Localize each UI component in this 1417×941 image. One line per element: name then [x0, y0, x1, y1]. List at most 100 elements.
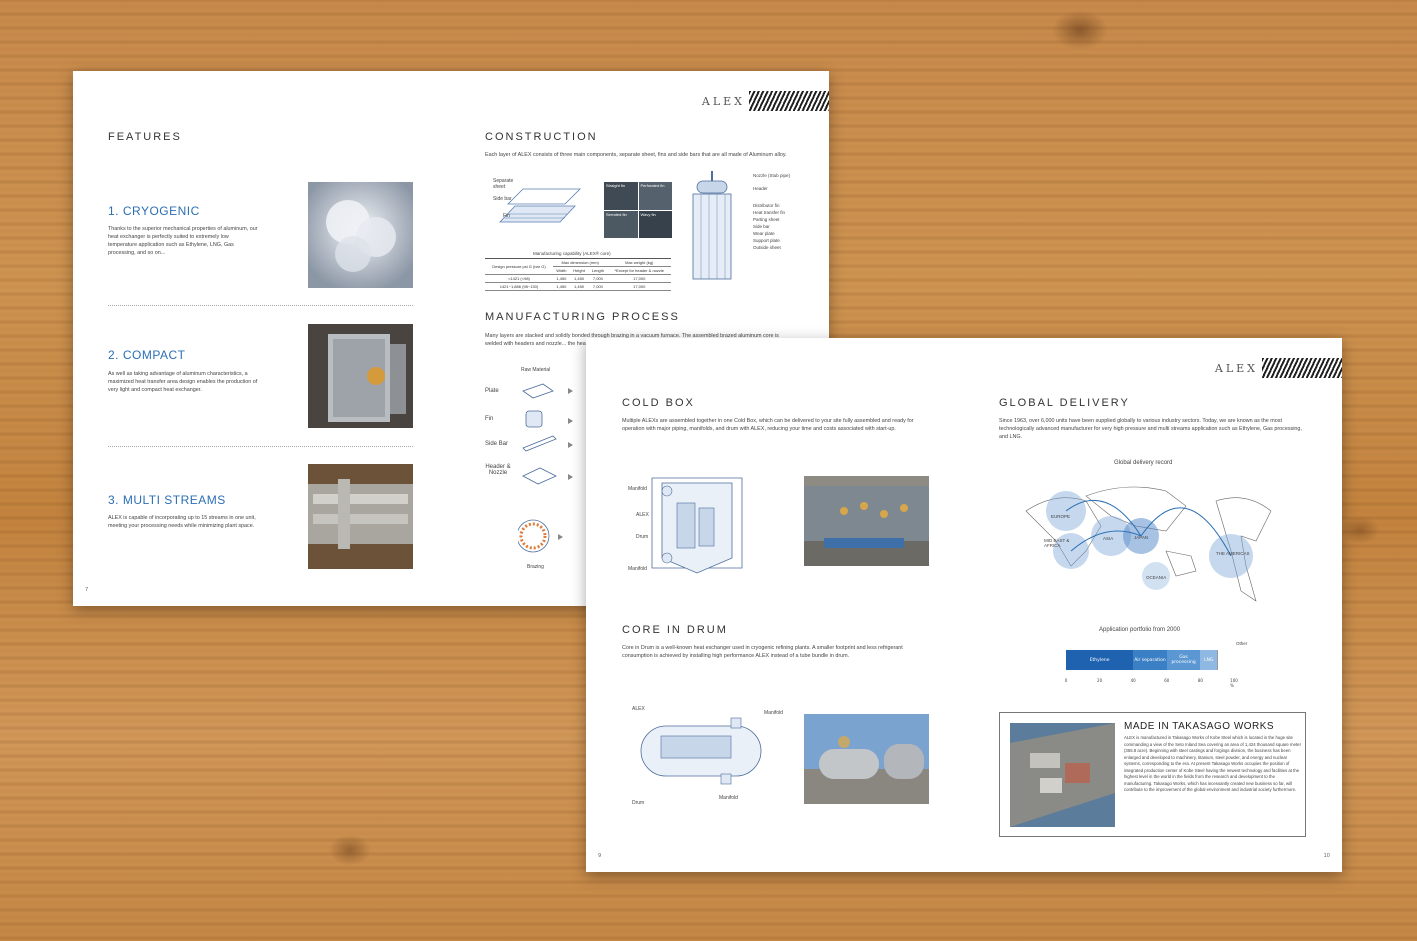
label-manifold: Manifold [764, 710, 783, 716]
process-fin: Fin [485, 416, 494, 422]
table-subheader: *Except for header & nozzle [607, 266, 671, 275]
assembly-label: Support plate [753, 238, 780, 243]
divider [108, 446, 413, 447]
portfolio-axis: 0 20 40 60 80 100 % [1064, 678, 1238, 688]
assembly-label: Heat transfer fin [753, 210, 786, 215]
process-plate: Plate [485, 388, 499, 394]
assembly-diagram [692, 171, 732, 280]
header-logo: ALEX [1215, 358, 1342, 378]
feature-3-title: 3. MULTI STREAMS [108, 493, 226, 507]
label-drum: Drum [636, 534, 649, 540]
assembly-label: Distributor fin [753, 203, 780, 208]
label-manifold: Manifold [628, 486, 647, 492]
cold-box-title: Cold box [622, 397, 695, 409]
page-number: 7 [85, 587, 89, 593]
axis-tick-label: 20 [1097, 678, 1103, 683]
assembly-label: Header [753, 186, 768, 191]
feature-1-title: 1. CRYOGENIC [108, 204, 200, 218]
page-number-right: 10 [1323, 853, 1330, 859]
portfolio-segment: Gas processing [1166, 650, 1201, 670]
label-alex: ALEX [632, 706, 645, 712]
axis-tick-label: 60 [1164, 678, 1170, 683]
portfolio-bar: Ethylene Air separation Gas processing LNG [1066, 650, 1234, 670]
alex-logo: ALEX [1214, 361, 1258, 375]
core-in-drum-diagram [640, 717, 762, 785]
cold-box-photo [804, 476, 929, 566]
portfolio-other-label: Other [1236, 641, 1248, 646]
takasago-title: MADE IN TAKASAGO WORKS [1124, 721, 1275, 732]
table-subheader: Height [569, 266, 589, 275]
table-row: <1421 (<98) 1,450 1,450 7,000 17,000 [485, 274, 671, 283]
table-header: Design pressure psi G (bar G) [485, 258, 553, 275]
fin-types-grid: Straight fin Perforated fin Serrated fin… [604, 182, 672, 238]
construction-title: Construction [485, 131, 598, 143]
label-manifold: Manifold [628, 566, 647, 572]
manufacturing-title: Manufacturing process [485, 311, 680, 323]
region-americas: THE AMERICAS [1216, 551, 1250, 556]
axis-tick-label: 100 % [1230, 678, 1238, 688]
axis-tick-label: 80 [1197, 678, 1203, 683]
table-cell: 17,000 [607, 274, 671, 283]
compact-photo [308, 324, 413, 428]
portfolio-title: Application portfolio from 2000 [1099, 627, 1181, 633]
assembly-labels: Nozzle (Stub pipe) Header Distributor fi… [753, 173, 790, 250]
page-number-left: 9 [598, 853, 602, 859]
region-oceania: OCEANIA [1146, 575, 1167, 580]
takasago-box: MADE IN TAKASAGO WORKS ALEX is manufactu… [999, 712, 1306, 837]
table-subheader: Width [552, 266, 570, 275]
feature-2-title: 2. COMPACT [108, 348, 186, 362]
table-subheader: Length [588, 266, 608, 275]
capability-table: Design pressure psi G (bar G) Max dimens… [485, 258, 671, 291]
global-delivery-text: Since 1963, over 6,000 units have been s… [999, 418, 1302, 440]
table-cell: <1421 (<98) [485, 274, 553, 283]
process-icons [518, 383, 573, 553]
label-side-bar: Side bar [493, 196, 512, 202]
fin-wavy: Wavy fin [640, 211, 656, 217]
construction-text: Each layer of ALEX consists of three mai… [485, 152, 787, 158]
process-side-bar: Side Bar [485, 441, 509, 447]
assembly-label: Side bar [753, 224, 770, 229]
assembly-label: Outside sheet [753, 245, 781, 250]
cryogenic-photo [308, 182, 413, 288]
fin-straight: Straight fin [606, 183, 626, 188]
alex-logo: ALEX [701, 94, 745, 108]
table-cell: 1421~1,886 (98~130) [485, 282, 553, 291]
table-cell: 1,450 [569, 274, 589, 283]
logo-stripes [1262, 358, 1342, 378]
region-mideast-africa: MID EAST & AFRICA [1044, 538, 1070, 548]
label-drum: Drum [632, 800, 645, 806]
brochure-page-right: ALEX Cold box Multiple ALEXs are assembl… [586, 338, 1342, 872]
table-header: Max dimension (mm) [552, 258, 608, 267]
table-header: Max weight (kg) [607, 258, 671, 267]
table-cell: 17,000 [607, 282, 671, 291]
feature-1-text: Thanks to the superior mechanical proper… [108, 226, 258, 256]
table-caption: Manufacturing capability (ALEX® core) [533, 251, 611, 256]
table-cell: 1,450 [569, 282, 589, 291]
process-header-nozzle: Header & Nozzle [485, 464, 511, 476]
label-separate-sheet: Separate sheet [493, 178, 514, 190]
fin-perforated: Perforated fin [640, 183, 665, 188]
label-fin: Fin [503, 213, 510, 219]
assembly-label: Parting sheet [753, 217, 780, 222]
portfolio-segment: Air separation [1133, 650, 1167, 670]
portfolio-segment [1217, 650, 1234, 670]
region-europe: EUROPE [1051, 514, 1071, 519]
label-alex: ALEX [636, 512, 649, 518]
core-in-drum-photo [804, 714, 929, 804]
brazing-label: Brazing [527, 564, 544, 570]
assembly-label: Nozzle (Stub pipe) [753, 173, 791, 178]
table-cell: 1,450 [552, 282, 570, 291]
axis-tick-label: 40 [1130, 678, 1136, 683]
fin-serrated: Serrated fin [606, 211, 627, 217]
table-cell: 7,000 [588, 274, 608, 283]
feature-3-text: ALEX is capable of incorporating up to 1… [108, 515, 256, 529]
features-title: Features [108, 131, 182, 143]
assembly-label: Wear plate [753, 231, 775, 236]
takasago-photo [1010, 723, 1115, 827]
region-japan: JAPAN [1134, 535, 1149, 540]
map-title: Global delivery record [1114, 460, 1173, 466]
table-cell: 1,450 [552, 274, 570, 283]
table-row: 1421~1,886 (98~130) 1,450 1,450 7,000 17… [485, 282, 671, 291]
table-cell: 7,000 [588, 282, 608, 291]
axis-tick-label: 0 [1064, 678, 1068, 683]
